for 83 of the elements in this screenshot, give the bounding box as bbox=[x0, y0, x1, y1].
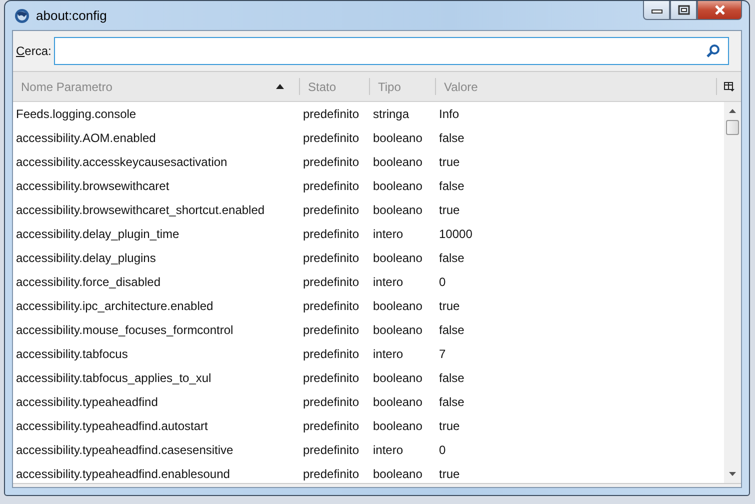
table-cell-text: accessibility.force_disabled bbox=[15, 275, 162, 289]
table-cell-text: accessibility.typeaheadfind.autostart bbox=[15, 419, 209, 433]
table-cell-text: accessibility.typeaheadfind.casesensitive bbox=[15, 443, 234, 457]
table-cell-text: predefinito bbox=[302, 131, 360, 145]
table-cell-text: true bbox=[438, 419, 461, 433]
column-header[interactable]: Nome Parametro bbox=[13, 78, 300, 95]
table-cell-text: accessibility.AOM.enabled bbox=[15, 131, 157, 145]
table-cell-text: booleano bbox=[372, 323, 424, 337]
scroll-down-icon[interactable] bbox=[728, 471, 737, 477]
table-cell-text: Info bbox=[438, 107, 460, 121]
table-cell-text: predefinito bbox=[302, 251, 360, 265]
table-cell-text: false bbox=[438, 179, 466, 193]
table-cell-text: accessibility.typeaheadfind bbox=[15, 395, 159, 409]
table-cell-text: accessibility.delay_plugin_time bbox=[15, 227, 180, 241]
scroll-thumb[interactable] bbox=[726, 120, 739, 135]
table-cell-text: 0 bbox=[438, 443, 447, 457]
window-title: about:config bbox=[36, 8, 107, 23]
table-cell-text: accessibility.browsewithcaret bbox=[15, 179, 170, 193]
table-cell-text: predefinito bbox=[302, 419, 360, 433]
table-cell-text: 0 bbox=[438, 275, 447, 289]
table-cell-text: predefinito bbox=[302, 395, 360, 409]
table-cell-text: true bbox=[438, 203, 461, 217]
scroll-up-icon[interactable] bbox=[728, 108, 737, 114]
search-label: Cerca: bbox=[16, 44, 52, 58]
app-icon bbox=[14, 8, 30, 24]
table-cell-text: predefinito bbox=[302, 467, 360, 481]
search-icon bbox=[706, 44, 720, 58]
table-cell-text: stringa bbox=[372, 107, 410, 121]
table-cell-text: intero bbox=[372, 227, 404, 241]
table-cell-text: false bbox=[438, 131, 466, 145]
table-cell-text: booleano bbox=[372, 395, 424, 409]
table-cell-text: predefinito bbox=[302, 227, 360, 241]
column-header[interactable]: Stato bbox=[300, 78, 370, 95]
table-cell-text: accessibility.ipc_architecture.enabled bbox=[15, 299, 214, 313]
table-cell-text: predefinito bbox=[302, 203, 360, 217]
table-cell-text: accessibility.mouse_focuses_formcontrol bbox=[15, 323, 234, 337]
table-cell-text: intero bbox=[372, 443, 404, 457]
table-cell-text: booleano bbox=[372, 179, 424, 193]
table-cell-text: accessibility.typeaheadfind.enablesound bbox=[15, 467, 231, 481]
table-cell-text: booleano bbox=[372, 467, 424, 481]
column-picker-icon[interactable] bbox=[724, 82, 734, 92]
table-cell-text: booleano bbox=[372, 299, 424, 313]
table-cell-text: predefinito bbox=[302, 179, 360, 193]
close-button[interactable] bbox=[697, 1, 742, 20]
restore-icon bbox=[678, 5, 690, 15]
table-cell-text: predefinito bbox=[302, 443, 360, 457]
table-cell-text: predefinito bbox=[302, 371, 360, 385]
search-field[interactable] bbox=[54, 37, 729, 65]
scrollbar[interactable] bbox=[724, 102, 741, 483]
table-cell-text: predefinito bbox=[302, 347, 360, 361]
table-cell-text: accessibility.accesskeycausesactivation bbox=[15, 155, 228, 169]
table-cell-text: accessibility.browsewithcaret_shortcut.enabled bbox=[15, 203, 266, 217]
table-cell-text: 10000 bbox=[438, 227, 474, 241]
column-header[interactable]: Tipo bbox=[370, 78, 436, 95]
close-icon bbox=[714, 5, 726, 15]
table-cell-text: false bbox=[438, 371, 466, 385]
table-cell-text: predefinito bbox=[302, 299, 360, 313]
table-cell-text: intero bbox=[372, 275, 404, 289]
table-cell-text: false bbox=[438, 323, 466, 337]
table-cell-text: booleano bbox=[372, 251, 424, 265]
table-cell-text: 7 bbox=[438, 347, 447, 361]
table-cell-text: false bbox=[438, 395, 466, 409]
table-cell-text: booleano bbox=[372, 419, 424, 433]
table-cell-text: booleano bbox=[372, 371, 424, 385]
table-cell-text: predefinito bbox=[302, 323, 360, 337]
table-cell-text: Feeds.logging.console bbox=[15, 107, 138, 121]
table-cell-text: predefinito bbox=[302, 275, 360, 289]
table-cell-text: intero bbox=[372, 347, 404, 361]
table-cell-text: accessibility.tabfocus_applies_to_xul bbox=[15, 371, 212, 385]
table-cell-text: true bbox=[438, 299, 461, 313]
table-cell-text: accessibility.tabfocus bbox=[15, 347, 129, 361]
table-cell-text: true bbox=[438, 155, 461, 169]
table-cell-text: predefinito bbox=[302, 107, 360, 121]
maximize-button[interactable] bbox=[670, 1, 697, 20]
column-header[interactable]: Valore bbox=[436, 78, 717, 95]
minimize-button[interactable] bbox=[643, 1, 670, 20]
table-cell-text: true bbox=[438, 467, 461, 481]
table-cell-text: booleano bbox=[372, 155, 424, 169]
table-cell-text: predefinito bbox=[302, 155, 360, 169]
table-cell-text: false bbox=[438, 251, 466, 265]
table-cell-text: booleano bbox=[372, 203, 424, 217]
table-cell-text: booleano bbox=[372, 131, 424, 145]
table-cell-text: accessibility.delay_plugins bbox=[15, 251, 157, 265]
